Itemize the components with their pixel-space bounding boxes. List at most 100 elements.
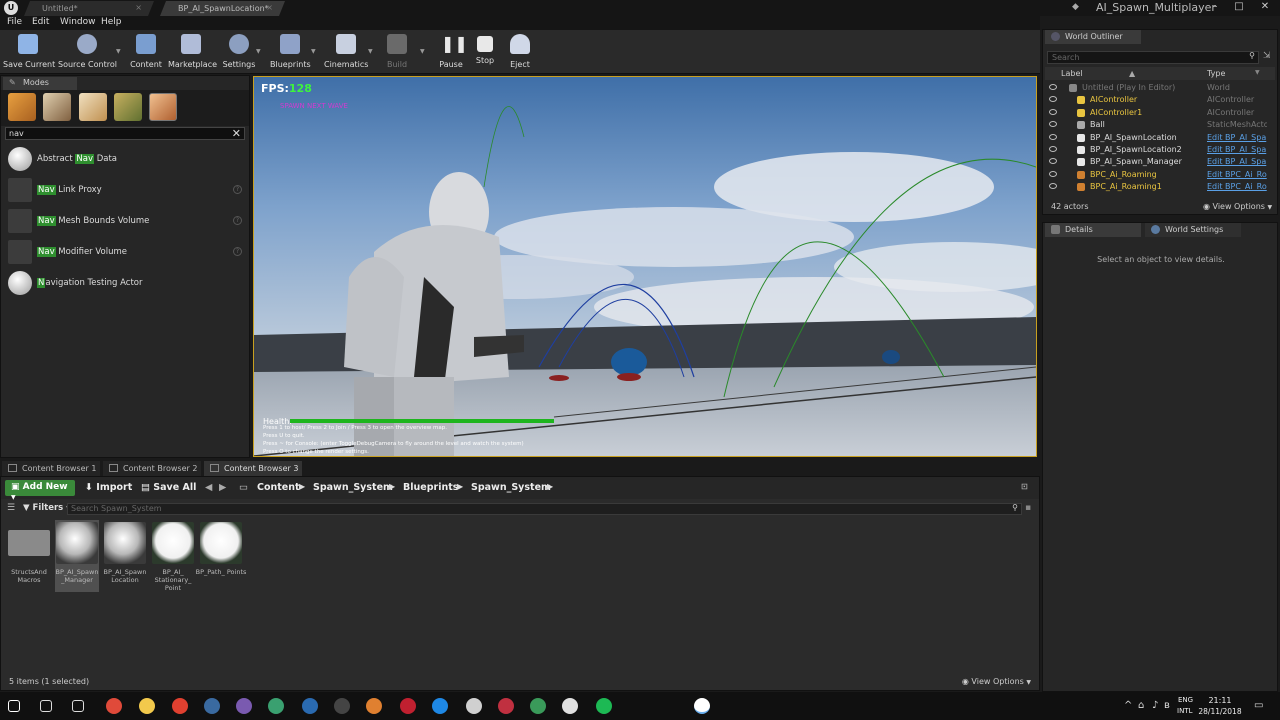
column-type[interactable]: Type [1207,69,1225,78]
eye-icon[interactable] [1049,108,1057,115]
tab-untitled[interactable]: Untitled* × [24,1,154,16]
app-icon[interactable] [498,698,514,714]
app-icon[interactable] [366,698,382,714]
tab-content-browser-3[interactable]: Content Browser 3 [204,461,302,476]
app-icon[interactable] [530,698,546,714]
clock-date[interactable]: 28/11/2018 [1193,707,1247,716]
search-icon[interactable]: ⚲ [1249,51,1255,60]
outliner-view-options-button[interactable]: ◉ View Options ▼ [1203,202,1272,211]
pause-button[interactable]: ❚❚ Pause [436,32,468,72]
breadcrumb-spawn-system-2[interactable]: Spawn_System [471,482,551,493]
foliage-mode-icon[interactable] [114,93,142,121]
place-item[interactable]: Nav Link Proxy? [5,176,245,204]
breadcrumb-separator-icon[interactable]: ▶ [547,482,553,491]
app-icon[interactable] [236,698,252,714]
source-control-button[interactable]: Source Control [58,32,117,72]
app-icon[interactable] [334,698,350,714]
keyboard-layout-indicator[interactable]: INTL [1177,707,1192,715]
place-item[interactable]: Nav Modifier Volume? [5,238,245,266]
edit-blueprint-link[interactable]: Edit BPC_Ai_Ro [1207,170,1267,179]
menu-edit[interactable]: Edit [32,17,49,27]
content-search-input[interactable]: Search Spawn_System ⚲ [67,503,1022,515]
tab-content-browser-2[interactable]: Content Browser 2 [103,461,201,476]
language-indicator[interactable]: ENG [1178,696,1193,704]
eye-icon[interactable] [1049,158,1057,165]
outliner-row[interactable]: AIController AIController [1045,94,1269,106]
app-icon[interactable] [466,698,482,714]
tab-world-settings[interactable]: World Settings [1145,223,1241,237]
task-view-icon[interactable] [72,700,84,712]
cinematics-button[interactable]: Cinematics [324,32,368,72]
back-button[interactable]: ◀ [205,482,212,493]
menu-help[interactable]: Help [101,17,122,27]
network-icon[interactable]: ⌂ [1138,700,1144,711]
breadcrumb-blueprints[interactable]: Blueprints [403,482,458,493]
asset-tile[interactable]: BP_Path_ Points [196,520,246,592]
chevron-down-icon[interactable]: ▼ [368,48,373,55]
chevron-up-icon[interactable]: ^ [1124,700,1132,711]
edit-blueprint-link[interactable]: Edit BPC_Ai_Ro [1207,182,1267,191]
eye-icon[interactable] [1049,146,1057,152]
breadcrumb-separator-icon[interactable]: ▶ [389,482,395,491]
column-label[interactable]: Label [1061,69,1083,78]
close-window-button[interactable]: ✕ [1254,0,1276,14]
help-icon[interactable]: ? [233,247,242,256]
asset-tile[interactable]: StructsAnd Macros [7,520,51,592]
asset-tile[interactable]: BP_AI_Spawn _Manager [55,520,99,592]
import-button[interactable]: ⬇ Import [85,482,132,493]
lock-icon[interactable]: ⊡ [1021,482,1028,491]
outliner-row[interactable]: Untitled (Play In Editor) World [1045,82,1269,94]
asset-tile[interactable]: BP_AI_ Stationary_ Point [151,520,195,592]
settings-icon[interactable]: ▪ [1025,503,1031,513]
eye-icon[interactable] [1049,170,1057,177]
breadcrumb-spawn-system[interactable]: Spawn_System [313,482,393,493]
steam-icon[interactable] [204,698,220,714]
save-all-button[interactable]: ▤ Save All [141,482,196,493]
volume-icon[interactable]: ♪ [1152,700,1158,711]
chevron-down-icon[interactable]: ▼ [420,48,425,55]
modes-search-input[interactable]: nav ✕ [5,127,245,140]
photoshop-icon[interactable] [268,698,284,714]
place-item[interactable]: Navigation Testing Actor [5,269,245,297]
minimize-button[interactable]: – [1204,0,1226,14]
outliner-row[interactable]: BP_AI_SpawnLocation2 Edit BP_AI_Spa [1045,144,1269,156]
app-icon[interactable] [562,698,578,714]
forward-button[interactable]: ▶ [219,482,226,493]
chevron-down-icon[interactable]: ▼ [256,48,261,55]
outliner-row[interactable]: Ball StaticMeshActor [1045,119,1269,131]
spotify-icon[interactable] [596,698,612,714]
outliner-row[interactable]: BPC_Ai_Roaming Edit BPC_Ai_Ro [1045,169,1269,181]
level-viewport[interactable]: FPS:128 SPAWN NEXT WAVE Health: Press 1 … [253,76,1037,457]
outliner-row[interactable]: BPC_Ai_Roaming1 Edit BPC_Ai_Ro [1045,181,1269,193]
outliner-row[interactable]: BP_AI_Spawn_Manager Edit BP_AI_Spa [1045,156,1269,168]
save-current-button[interactable]: Save Current [3,32,55,72]
eject-button[interactable]: Eject [505,32,535,72]
breadcrumb-separator-icon[interactable]: ▶ [457,482,463,491]
eye-icon[interactable] [1049,121,1057,128]
help-icon[interactable]: ? [233,216,242,225]
help-icon[interactable]: ? [233,185,242,194]
chevron-down-icon[interactable]: ▼ [1255,69,1260,76]
search-icon[interactable]: ⚲ [1012,503,1018,512]
edit-blueprint-link[interactable]: Edit BP_AI_Spa [1207,157,1267,166]
menu-window[interactable]: Window [60,17,96,27]
game-scene[interactable] [254,77,1036,456]
tab-world-outliner[interactable]: World Outliner [1045,30,1141,44]
geometry-mode-icon[interactable] [149,93,177,121]
edge-icon[interactable] [400,698,416,714]
maximize-button[interactable]: □ [1228,0,1250,14]
eye-icon[interactable] [1049,133,1057,140]
chrome-icon[interactable] [106,698,122,714]
tab-modes[interactable]: ✎ Modes [3,77,77,90]
eye-icon[interactable] [1049,96,1057,103]
outliner-row[interactable]: BP_AI_SpawnLocation Edit BP_AI_Spa [1045,132,1269,144]
start-icon[interactable] [8,700,20,712]
breadcrumb-separator-icon[interactable]: ▶ [299,482,305,491]
asset-tile[interactable]: BP_AI_Spawn Location [103,520,147,592]
unreal-icon[interactable] [694,698,710,714]
add-filter-icon[interactable]: ⇲ [1263,51,1271,61]
edit-blueprint-link[interactable]: Edit BP_AI_Spa [1207,145,1267,154]
clock-time[interactable]: 21:11 [1205,696,1235,705]
add-new-button[interactable]: ▣ Add New ▼ [5,480,75,501]
place-item[interactable]: Nav Mesh Bounds Volume? [5,207,245,235]
